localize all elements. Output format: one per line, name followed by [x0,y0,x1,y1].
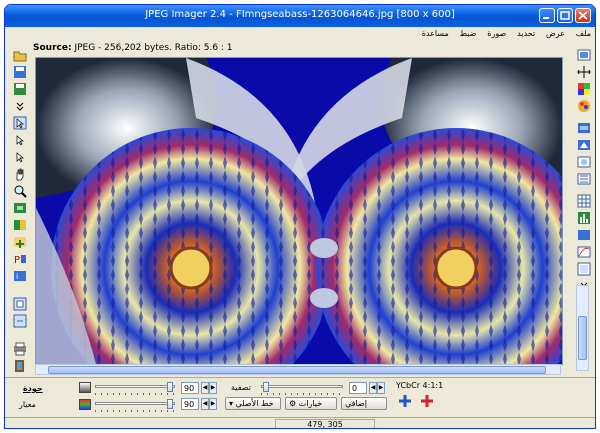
menu-bar: ملف عرض تحديد صورة ضبط مساعدة [5,27,595,41]
copy-icon[interactable] [13,297,27,311]
lasso-icon[interactable] [13,150,27,164]
quality-down-button[interactable]: ◀ [201,382,209,394]
font-label: خط الأصلي [235,399,274,408]
colors-icon[interactable] [577,82,591,96]
left-toolbar: P i [9,45,31,376]
crop-icon[interactable] [13,133,27,147]
options-button[interactable]: ⚙ خيارات [285,397,337,410]
quality-slider[interactable] [95,382,175,395]
standard-down-button[interactable]: ◀ [201,398,209,410]
image-canvas[interactable] [35,57,563,365]
menu-view[interactable]: عرض [542,27,569,41]
grayscale-swatch[interactable] [79,382,91,393]
source-label: Source: [33,43,72,53]
quality-value[interactable]: 90 [181,382,199,394]
levels-icon[interactable] [577,228,591,242]
minimize-button[interactable] [539,8,555,23]
move-red-icon[interactable] [421,395,433,407]
ycbcr-label: YCbCr 4:1:1 [396,381,444,390]
emboss-icon[interactable] [577,172,591,186]
menu-image[interactable]: صورة [483,27,510,41]
vertical-scroll-thumb[interactable] [578,316,587,360]
right-toolbar [573,45,595,296]
fractal-image [36,58,562,364]
options-label: خيارات [298,399,323,408]
standard-slider[interactable] [95,399,175,412]
smoothing-value[interactable]: 0 [349,382,367,394]
save-icon[interactable] [13,65,27,79]
hand-icon[interactable] [13,167,27,181]
app-window: JPEG Imager 2.4 - FImngseabass-126306464… [4,4,596,429]
smoothing-slider[interactable] [261,382,343,395]
move-blue-icon[interactable] [399,395,411,407]
more-icon[interactable] [13,99,27,113]
zoom-icon[interactable] [13,184,27,198]
rotate-icon[interactable] [13,235,27,249]
chevron-down-icon: ▾ [229,399,234,408]
bottom-panel: جودة معيار 90 ◀ ▶ 90 ◀ ▶ تصفية 0 ◀ ▶ ▾ خ… [5,377,595,418]
gear-icon: ⚙ [289,399,297,408]
smoothing-label: تصفية [231,383,251,392]
filter-icon[interactable] [577,121,591,135]
save-as-icon[interactable] [13,82,27,96]
title-bar: JPEG Imager 2.4 - FImngseabass-126306464… [5,5,595,27]
status-bar: 479, 305 [5,417,595,428]
print-icon[interactable] [13,342,27,356]
color-swatch[interactable] [79,399,91,410]
menu-select[interactable]: تحديد [513,27,539,41]
extra-label: إضافي [345,399,367,408]
standard-label[interactable]: معيار [19,400,36,409]
palette-icon[interactable] [577,99,591,113]
source-text: JPEG - 256,202 bytes. Ratio: 5.6 : 1 [74,43,233,53]
menu-adjust[interactable]: ضبط [456,27,481,41]
vertical-scrollbar[interactable] [576,285,589,371]
window-title: JPEG Imager 2.4 - FImngseabass-126306464… [145,9,455,20]
layers-icon[interactable] [577,262,591,276]
blur-icon[interactable] [577,155,591,169]
curves-icon[interactable] [577,245,591,259]
menu-file[interactable]: ملف [572,27,595,41]
cursor-coordinates: 479, 305 [275,419,375,428]
maximize-icon [560,11,570,20]
close-button[interactable] [575,8,591,23]
sharpen-icon[interactable] [577,138,591,152]
standard-up-button[interactable]: ▶ [209,398,217,410]
svg-text:P: P [14,255,20,266]
info-icon[interactable]: i [13,269,27,283]
maximize-button[interactable] [557,8,573,23]
quality-up-button[interactable]: ▶ [209,382,217,394]
horizontal-scroll-thumb[interactable] [48,366,546,374]
grid-icon[interactable] [577,194,591,208]
flip-icon[interactable]: P [13,252,27,266]
select-icon[interactable] [13,116,27,130]
paste-icon[interactable] [13,314,27,328]
font-dropdown[interactable]: ▾ خط الأصلي [225,397,281,410]
smoothing-up-button[interactable]: ▶ [377,382,385,394]
open-icon[interactable] [13,48,27,62]
close-icon [578,11,588,20]
minimize-icon [543,17,549,19]
exit-icon[interactable] [13,359,27,373]
resize-icon[interactable] [577,65,591,79]
source-info: Source: JPEG - 256,202 bytes. Ratio: 5.6… [33,43,233,53]
menu-help[interactable]: مساعدة [418,27,453,41]
extra-button[interactable]: إضافي [341,397,387,410]
smoothing-down-button[interactable]: ◀ [369,382,377,394]
preview-icon[interactable] [577,48,591,62]
horizontal-scrollbar[interactable] [35,364,561,375]
histogram-icon[interactable] [577,211,591,225]
quality-label: جودة [23,384,43,393]
compare-icon[interactable] [13,218,27,232]
fit-icon[interactable] [13,201,27,215]
svg-text:i: i [16,272,18,281]
standard-value[interactable]: 90 [181,398,199,410]
